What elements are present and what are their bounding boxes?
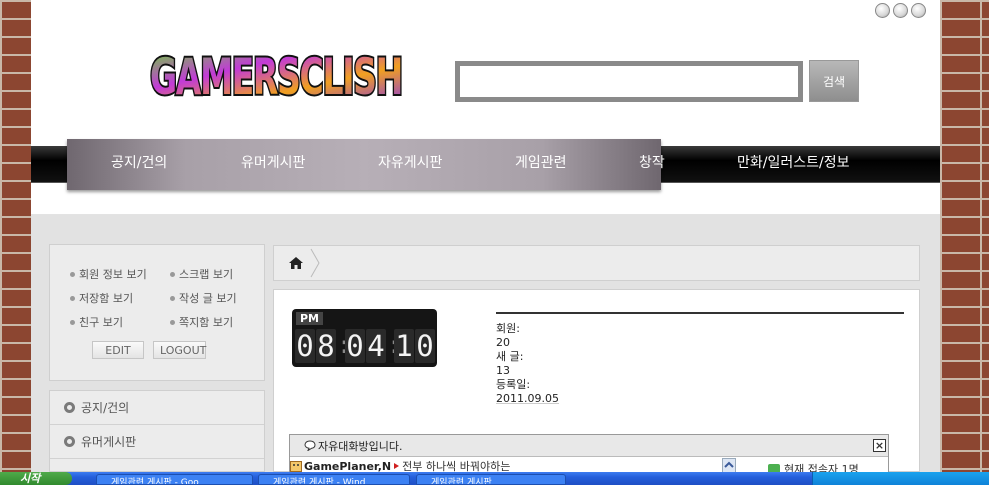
online-users-icon (768, 464, 780, 472)
user-avatar-icon (290, 460, 302, 472)
search-input[interactable] (455, 60, 803, 102)
circle-button-2[interactable] (893, 3, 908, 18)
bullet-icon (70, 271, 75, 277)
breadcrumb (273, 245, 920, 281)
chat-widget: 자유대화방입니다. × GamePlaner,N 전부 하나씩 바꿔야하는 현재… (289, 434, 889, 472)
circle-button-3[interactable] (911, 3, 926, 18)
logout-button[interactable]: LOGOUT (153, 341, 206, 359)
clock-sec-ones: 0 (415, 329, 435, 363)
nav-item-humor[interactable]: 유머게시판 (241, 152, 305, 172)
taskbar: 시작 게임관련 게시판 - Goo 게임관련 게시판 - Wind 게임관련 게… (0, 472, 989, 485)
new-posts-label: 새 글: (496, 350, 524, 363)
content-top-strip (31, 196, 940, 214)
taskbar-item-3[interactable]: 게임관련 게시판 (416, 474, 566, 485)
clock-ampm: PM (296, 312, 324, 325)
side-menu-item-notice[interactable]: 공지/건의 (50, 391, 264, 425)
chat-title: 자유대화방입니다. (318, 439, 403, 453)
nav-item-notice[interactable]: 공지/건의 (111, 152, 167, 172)
nav-item-creation[interactable]: 창작 (639, 152, 665, 172)
svg-text:GAMERSCLISH: GAMERSCLISH (150, 48, 402, 106)
online-count: 현재 접속자 1명 (768, 461, 859, 472)
taskbar-item-2[interactable]: 게임관련 게시판 - Wind (258, 474, 410, 485)
clock-min-tens: 0 (345, 329, 365, 363)
main-panel: PM 0 8 : 0 4 : 1 0 회원: 20 새 글: 13 등록일: 2… (273, 289, 920, 472)
start-button[interactable]: 시작 (0, 472, 72, 485)
search-button[interactable]: 검색 (809, 60, 859, 102)
nav-item-comic[interactable]: 만화/일러스트/정보 (737, 152, 849, 172)
bullet-icon (170, 319, 175, 325)
my-posts-link[interactable]: 작성 글 보기 (170, 290, 237, 306)
clock-sec-tens: 1 (394, 329, 414, 363)
friends-link[interactable]: 친구 보기 (70, 314, 123, 330)
members-label: 회원: (496, 322, 520, 335)
flip-clock: PM 0 8 : 0 4 : 1 0 (292, 309, 437, 367)
search-bar: 검색 (455, 60, 859, 102)
side-menu-item-humor[interactable]: 유머게시판 (50, 425, 264, 459)
speech-bubble-icon (304, 440, 316, 451)
chevron-right-icon (310, 248, 320, 278)
edit-button[interactable]: EDIT (92, 341, 144, 359)
chevron-up-icon (724, 461, 734, 468)
new-posts-value: 13 (496, 364, 510, 377)
bullet-icon (70, 319, 75, 325)
close-icon[interactable]: × (873, 439, 886, 452)
ring-icon (64, 436, 75, 447)
registered-label: 등록일: (496, 378, 531, 391)
clock-hour-tens: 0 (295, 329, 315, 363)
registered-value: 2011.09.05 (496, 392, 559, 405)
chat-message-text: 전부 하나씩 바꿔야하는 (402, 460, 511, 472)
bullet-icon (170, 271, 175, 277)
scrap-link[interactable]: 스크랩 보기 (170, 266, 233, 282)
nav-item-game[interactable]: 게임관련 (515, 152, 567, 172)
system-tray (812, 472, 989, 485)
circle-button-1[interactable] (875, 3, 890, 18)
window-controls (875, 3, 926, 18)
members-value: 20 (496, 336, 510, 349)
play-arrow-icon (394, 463, 400, 469)
chat-message: GamePlaner,N 전부 하나씩 바꿔야하는 (290, 458, 510, 472)
bullet-icon (70, 295, 75, 301)
member-info-link[interactable]: 회원 정보 보기 (70, 266, 147, 282)
saved-link[interactable]: 저장함 보기 (70, 290, 133, 306)
site-logo[interactable]: GAMERSCLISH (146, 40, 406, 108)
user-panel: 회원 정보 보기 스크랩 보기 저장함 보기 작성 글 보기 친구 보기 쪽지함… (49, 244, 265, 381)
page: GAMERSCLISH 검색 공지/건의 유머게시판 자유게시판 게임관련 창작… (31, 0, 940, 472)
brick-wall-right (940, 0, 989, 472)
stats-divider (496, 312, 904, 314)
ring-icon (64, 402, 75, 413)
site-stats: 회원: 20 새 글: 13 등록일: 2011.09.05 (496, 322, 559, 406)
chat-user-name[interactable]: GamePlaner,N (304, 460, 391, 473)
chat-header: 자유대화방입니다. (290, 435, 888, 457)
bullet-icon (170, 295, 175, 301)
home-icon[interactable] (288, 256, 304, 270)
clock-hour-ones: 8 (316, 329, 336, 363)
chat-scrollbar[interactable] (722, 458, 736, 472)
taskbar-item-1[interactable]: 게임관련 게시판 - Goo (96, 474, 253, 485)
brick-wall-left (0, 0, 31, 472)
messages-link[interactable]: 쪽지함 보기 (170, 314, 233, 330)
clock-min-ones: 4 (366, 329, 386, 363)
side-menu: 공지/건의 유머게시판 (49, 390, 265, 472)
nav-item-free[interactable]: 자유게시판 (378, 152, 442, 172)
